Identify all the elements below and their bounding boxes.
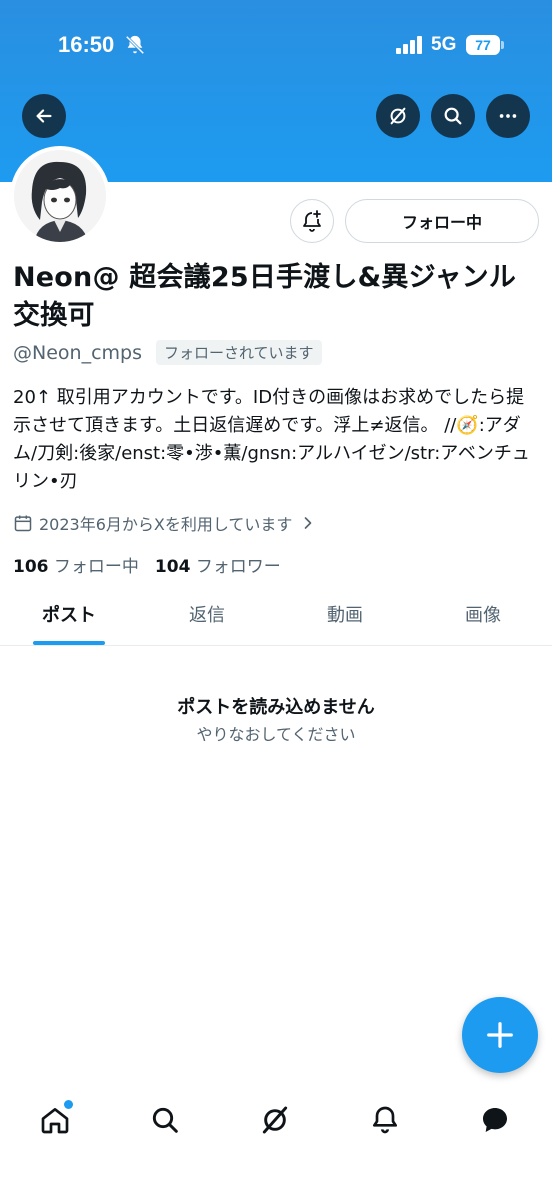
battery-level: 77	[466, 35, 500, 55]
search-button[interactable]	[431, 94, 475, 138]
bell-icon	[373, 1106, 397, 1134]
more-button[interactable]	[486, 94, 530, 138]
back-button[interactable]	[22, 94, 66, 138]
user-handle: @Neon_cmps	[13, 341, 142, 364]
search-icon	[152, 1107, 178, 1133]
nav-notifications[interactable]	[365, 1100, 405, 1140]
bell-off-icon	[125, 35, 145, 55]
nav-grok[interactable]	[255, 1100, 295, 1140]
followers-count: 104	[154, 557, 191, 577]
following-label: フォロー中	[53, 557, 139, 577]
unread-dot	[64, 1100, 73, 1109]
empty-state-subtitle[interactable]: やりなおしてください	[0, 721, 552, 745]
notifications-toggle-button[interactable]	[290, 199, 334, 243]
followers-label: フォロワー	[195, 557, 281, 577]
arrow-left-icon	[36, 109, 52, 123]
status-time: 16:50	[58, 32, 115, 57]
joined-date[interactable]: 2023年6月からXを利用しています	[13, 511, 318, 535]
followers-link[interactable]: 104 フォロワー	[155, 552, 281, 577]
grok-icon	[262, 1106, 288, 1134]
search-icon	[444, 107, 462, 125]
follow-counts: 106 フォロー中 104 フォロワー	[13, 552, 281, 577]
nav-search[interactable]	[145, 1100, 185, 1140]
plus-icon	[487, 1022, 513, 1048]
calendar-icon	[14, 515, 32, 532]
signal-icon	[396, 36, 422, 54]
handle-row: @Neon_cmps フォローされています	[13, 340, 322, 365]
tab-posts[interactable]: ポスト	[0, 590, 138, 645]
status-bar: 16:50 5G 77	[0, 0, 552, 90]
follows-you-badge: フォローされています	[155, 340, 322, 365]
more-horizontal-icon	[499, 114, 517, 118]
following-button[interactable]: フォロー中	[345, 199, 539, 243]
chat-bubble-icon	[483, 1108, 507, 1132]
avatar-illustration-icon	[14, 150, 106, 242]
joined-text: 2023年6月からXを利用しています	[39, 515, 293, 534]
battery-icon: 77	[466, 35, 504, 55]
grok-icon	[390, 107, 406, 125]
bell-plus-icon	[303, 210, 321, 232]
grok-button[interactable]	[376, 94, 420, 138]
bottom-nav	[0, 1090, 552, 1150]
profile-bio: 20↑ 取引用アカウントです。ID付きの画像はお求めでしたら提示させて頂きます。…	[13, 387, 530, 492]
tab-replies[interactable]: 返信	[138, 590, 276, 645]
empty-state: ポストを読み込めません やりなおしてください	[0, 693, 552, 745]
compose-button[interactable]	[462, 997, 538, 1073]
tab-images[interactable]: 画像	[414, 590, 552, 645]
following-link[interactable]: 106 フォロー中	[13, 552, 139, 577]
nav-home[interactable]	[35, 1100, 75, 1140]
avatar[interactable]	[10, 146, 110, 246]
following-count: 106	[13, 557, 49, 577]
empty-state-title: ポストを読み込めません	[177, 697, 375, 718]
nav-messages[interactable]	[475, 1100, 515, 1140]
display-name: Neon@ 超会議25日手渡し&異ジャンル交換可	[13, 262, 517, 331]
profile-tabs: ポスト 返信 動画 画像	[0, 590, 552, 646]
chevron-right-icon	[305, 517, 312, 529]
network-type: 5G	[431, 34, 457, 55]
tab-videos[interactable]: 動画	[276, 590, 414, 645]
